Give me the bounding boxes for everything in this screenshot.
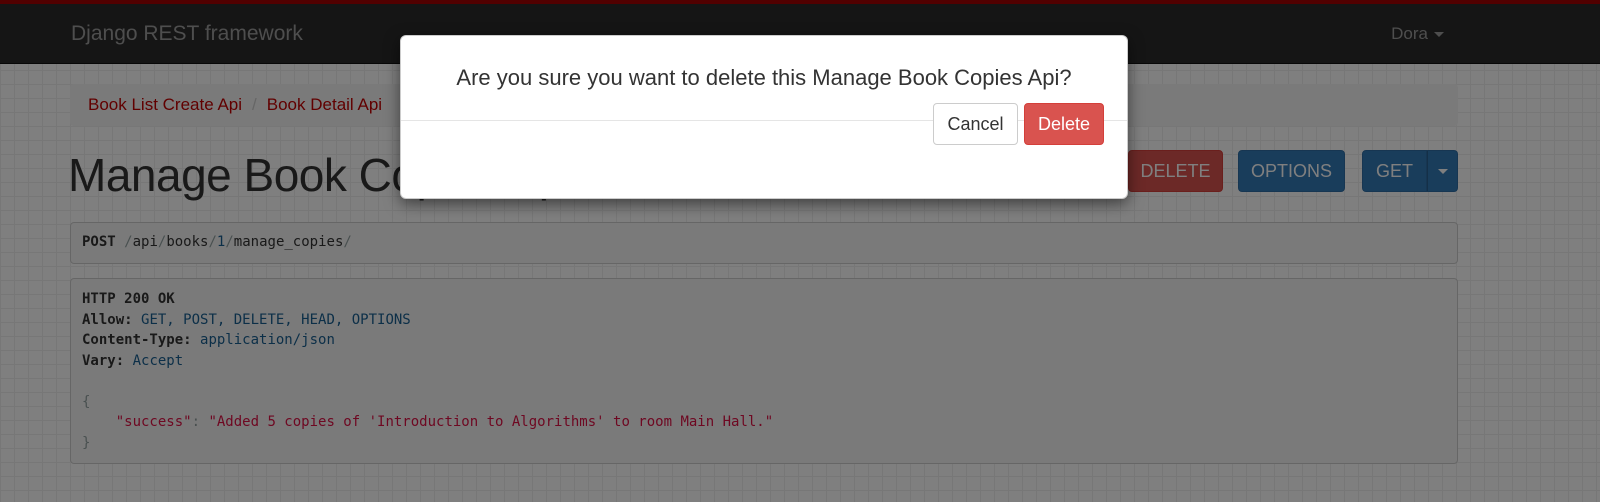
modal-header: Are you sure you want to delete this Man… [401,36,1127,121]
modal-title: Are you sure you want to delete this Man… [456,65,1072,90]
modal-footer [401,121,1127,200]
cancel-button[interactable]: Cancel [933,103,1018,145]
confirm-delete-button[interactable]: Delete [1024,103,1104,145]
delete-confirm-modal: Are you sure you want to delete this Man… [400,35,1128,199]
